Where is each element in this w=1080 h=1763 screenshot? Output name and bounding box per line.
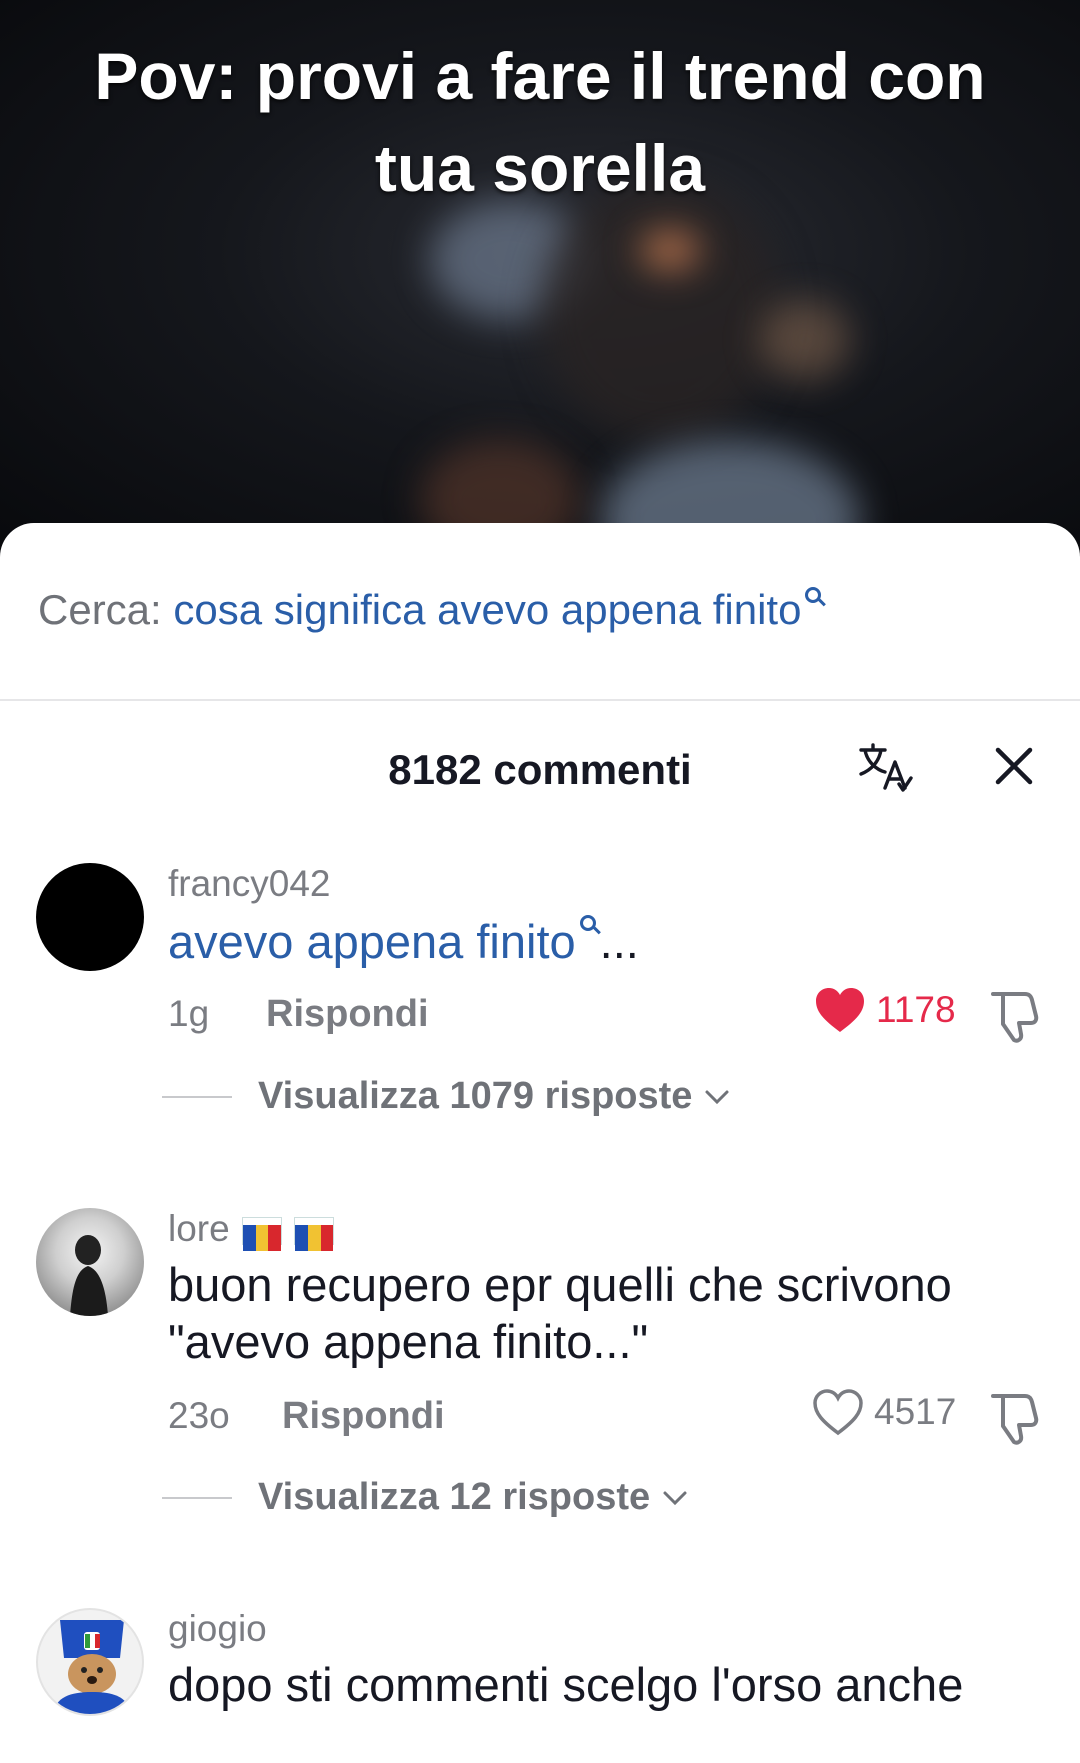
comment-username[interactable]: francy042: [168, 863, 331, 905]
replies-divider: [162, 1496, 232, 1499]
search-query-link[interactable]: cosa significa avevo appena finito: [173, 586, 801, 633]
like-count: 4517: [874, 1391, 957, 1432]
video-caption: Pov: provi a fare il trend con tua sorel…: [94, 39, 986, 205]
search-icon: [803, 585, 827, 613]
translate-icon[interactable]: [855, 738, 915, 798]
comments-header: 8182 commenti: [0, 738, 1080, 808]
comment-text: dopo sti commenti scelgo l'orso anche: [168, 1658, 964, 1711]
comment-time: 1g: [168, 993, 210, 1034]
comment-item: lore buon recupero epr quelli che scrivo…: [0, 1208, 1080, 1548]
comment-time: 23o: [168, 1395, 230, 1436]
avatar[interactable]: [36, 863, 144, 971]
like-button[interactable]: 1178: [814, 986, 956, 1034]
comment-username[interactable]: giogio: [168, 1608, 267, 1650]
replies-divider: [162, 1095, 232, 1098]
view-replies-label: Visualizza 12 risposte: [258, 1476, 651, 1518]
comment-ellipsis: ...: [599, 915, 639, 968]
video-blur-shape: [640, 230, 700, 270]
video-blur-shape: [540, 180, 780, 440]
view-replies-button[interactable]: Visualizza 1079 risposte: [162, 1075, 730, 1118]
comment-item: francy042 avevo appena finito... 1g Risp…: [0, 863, 1080, 1163]
comment-text[interactable]: avevo appena finito...: [168, 913, 1048, 970]
username-text: lore: [168, 1208, 230, 1249]
search-suggestion[interactable]: Cerca: cosa significa avevo appena finit…: [38, 585, 827, 635]
flag-icon: [241, 1217, 282, 1252]
view-replies-label: Visualizza 1079 risposte: [258, 1075, 693, 1117]
reply-button[interactable]: Rispondi: [266, 993, 429, 1036]
search-icon: [578, 913, 601, 941]
avatar[interactable]: [36, 1608, 144, 1716]
video-blur-shape: [760, 300, 850, 380]
chevron-down-icon: [663, 1491, 687, 1505]
heart-outline-icon: [813, 1389, 863, 1436]
heart-icon: [816, 988, 864, 1032]
video-player[interactable]: Pov: provi a fare il trend con tua sorel…: [0, 0, 1080, 560]
comment-search-link[interactable]: avevo appena finito: [168, 915, 576, 968]
comments-count-title: 8182 commenti: [388, 746, 692, 793]
divider: [0, 699, 1080, 701]
reply-button[interactable]: Rispondi: [282, 1395, 445, 1438]
view-replies-button[interactable]: Visualizza 12 risposte: [162, 1476, 688, 1519]
comment-text: buon recupero epr quelli che scrivono "a…: [168, 1258, 952, 1368]
comment-item: giogio dopo sti commenti scelgo l'orso a…: [0, 1608, 1080, 1763]
comment-username[interactable]: lore: [168, 1208, 335, 1252]
dislike-icon[interactable]: [985, 1390, 1043, 1448]
comments-sheet: Cerca: cosa significa avevo appena finit…: [0, 523, 1080, 1763]
close-icon[interactable]: [988, 740, 1040, 792]
avatar[interactable]: [36, 1208, 144, 1316]
search-prefix: Cerca:: [38, 586, 162, 633]
flag-icon: [294, 1217, 335, 1252]
like-count: 1178: [876, 989, 956, 1030]
chevron-down-icon: [705, 1090, 729, 1104]
like-button[interactable]: 4517: [812, 1388, 956, 1436]
dislike-icon[interactable]: [985, 988, 1043, 1046]
